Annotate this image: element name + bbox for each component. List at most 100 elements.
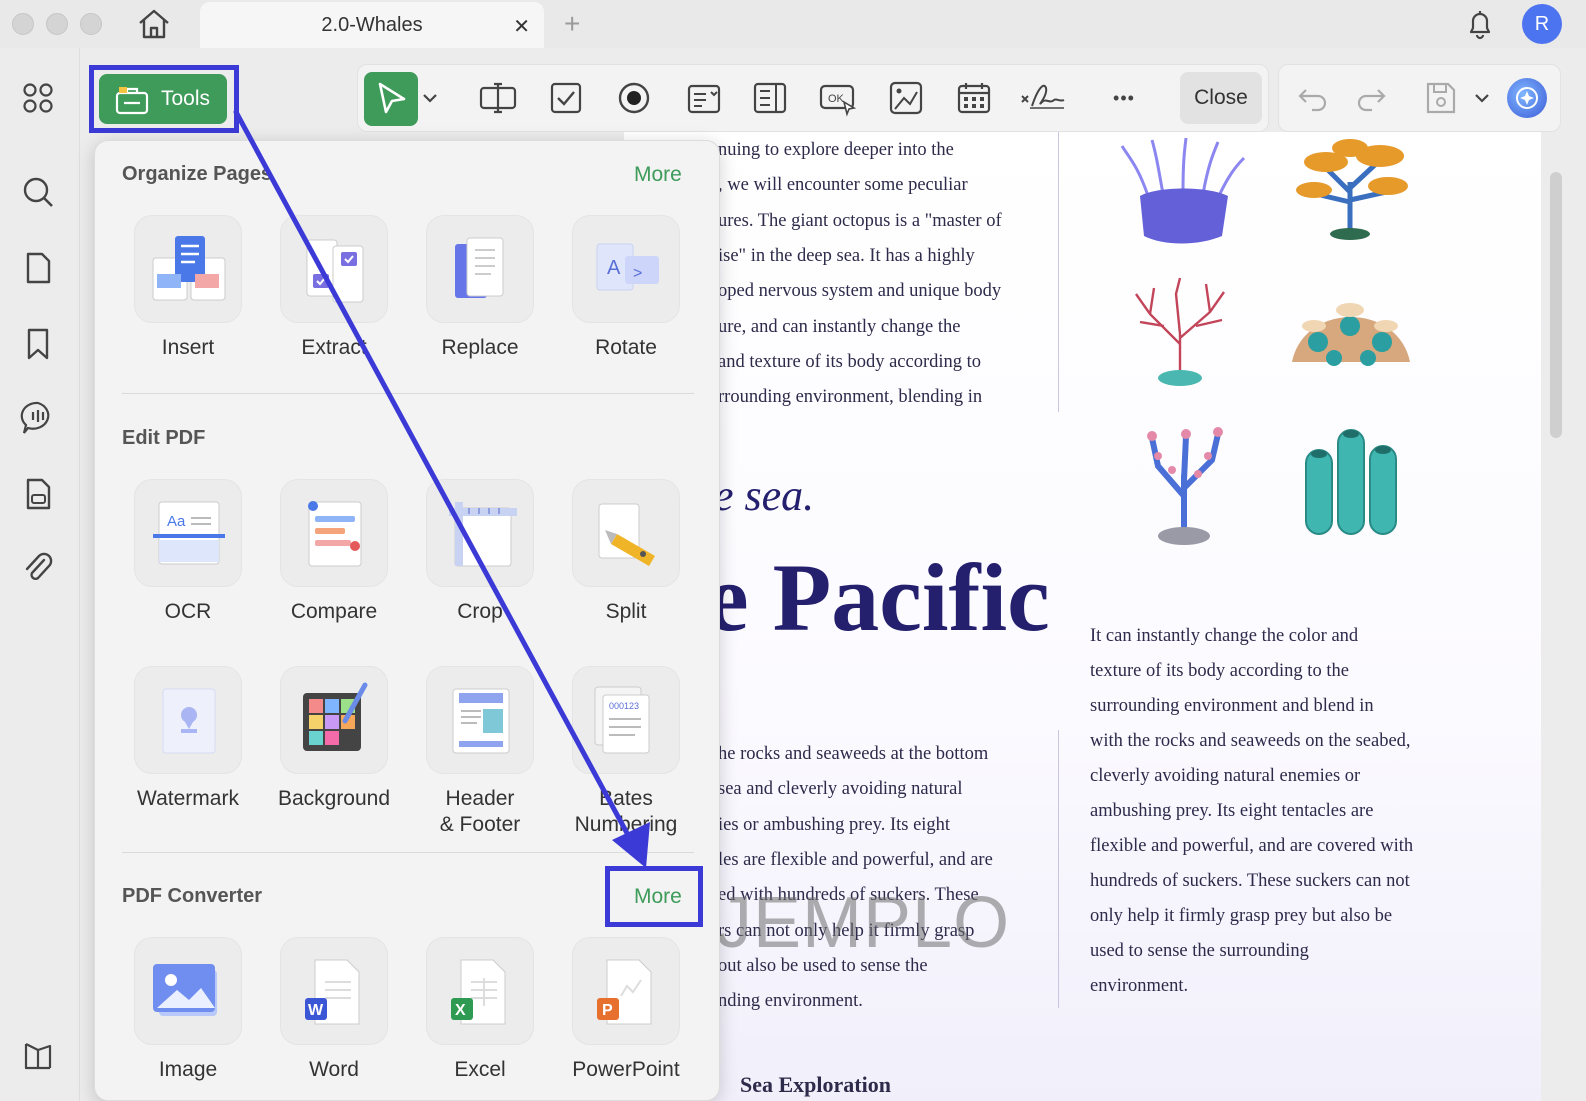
save-icon[interactable] [1420,78,1460,118]
select-tool-button[interactable] [364,72,418,126]
tool-label: Image [158,1058,218,1081]
convert-excel-tool[interactable]: X Excel [407,937,553,1100]
scrollbar-thumb[interactable] [1550,172,1562,438]
document-text-line: ures. The giant octopus is a "master of [718,210,1002,231]
tool-label: PowerPoint [572,1058,680,1081]
brain-coral-illustration [1292,303,1410,366]
document-text-line: he rocks and seaweeds at the bottom [718,744,989,764]
comment-icon[interactable] [18,398,58,438]
excel-file-icon: X [451,959,506,1025]
tool-label: Word [309,1058,359,1081]
convert-word-tile: W [280,937,388,1045]
ocr-tool[interactable]: Aa OCR [115,479,261,659]
watermark-tool[interactable]: Watermark [115,666,261,846]
column-divider [1058,132,1059,412]
header-footer-tool[interactable]: Header & Footer [407,666,553,846]
convert-powerpoint-tool[interactable]: P PowerPoint [553,937,699,1100]
combo-box-icon[interactable] [684,78,724,118]
page-icon[interactable] [18,248,58,288]
header-footer-tile [426,666,534,774]
split-cutter-icon [598,503,655,566]
document-text-line: ies or ambushing prey. Its eight [718,814,951,835]
tool-label: Background [277,787,391,810]
extract-tool[interactable]: Extract [261,215,407,395]
button-field-icon[interactable]: OK [818,78,858,118]
radio-button-icon[interactable] [614,78,654,118]
signature-icon[interactable] [1020,78,1066,118]
ai-assistant-icon[interactable] [1507,78,1547,118]
list-box-icon[interactable] [750,78,790,118]
thumbnails-grid-icon[interactable] [18,78,58,118]
window-zoom-dot[interactable] [80,13,102,35]
undo-icon[interactable] [1292,78,1332,118]
chevron-down-icon[interactable] [420,78,440,118]
document-text-line: rrounding environment, blending in [718,387,983,408]
replace-tool[interactable]: Replace [407,215,553,395]
layers-icon[interactable] [18,1036,58,1076]
window-minimize-dot[interactable] [46,13,68,35]
organize-pages-more-link[interactable]: More [634,163,682,187]
home-icon[interactable] [134,6,174,42]
document-text-line: hundreds of suckers. These suckers can n… [1090,871,1410,891]
image-field-icon[interactable] [886,78,926,118]
crop-tool[interactable]: Crop [407,479,553,659]
replace-pages-icon [455,237,504,298]
extract-tile [280,215,388,323]
search-icon[interactable] [18,172,58,212]
document-text-line: nding environment. [718,991,863,1012]
bates-numbering-tile: 000123 [572,666,680,774]
background-tool[interactable]: Background [261,666,407,846]
document-heading-fragment: e sea. [714,471,815,520]
document-watermark: JEMPLO [716,883,1011,963]
document-text-line: texture of its body according to the [1090,661,1349,681]
tab-close-icon[interactable]: ✕ [513,14,530,39]
save-options-chevron-icon[interactable] [1472,78,1492,118]
window-close-dot[interactable] [12,13,34,35]
document-text-line: sea and cleverly avoiding natural [718,779,963,800]
redo-icon[interactable] [1352,78,1392,118]
title-bar: 2.0-Whales ✕ + R [0,0,1586,48]
document-footer-heading: Sea Exploration [740,1072,891,1097]
split-tool[interactable]: Split [553,479,699,659]
pdf-page: nuing to explore deeper into the , we wil… [624,132,1541,1101]
bates-numbering-tool[interactable]: 000123 Bates Numbering [553,666,699,846]
more-options-icon[interactable]: ••• [1104,78,1144,118]
document-text-line: nuing to explore deeper into the [718,140,954,160]
document-text-line: ambushing prey. Its eight tentacles are [1090,801,1374,821]
blue-pink-coral-illustration [1147,427,1223,545]
insert-tool[interactable]: Insert [115,215,261,395]
crop-tile [426,479,534,587]
tools-panel: Organize Pages More Insert Extract Repla… [94,140,720,1101]
notification-bell-icon[interactable] [1462,6,1498,42]
tube-coral-illustration [1305,429,1397,535]
date-field-icon[interactable] [954,78,994,118]
header-footer-icon [452,688,510,754]
convert-word-tool[interactable]: W Word [261,937,407,1100]
svg-text:>: > [633,265,642,282]
new-tab-icon[interactable]: + [564,8,580,40]
color-palette-icon [303,682,368,751]
user-avatar[interactable]: R [1522,4,1562,44]
section-title-edit-pdf: Edit PDF [122,427,206,449]
attachment-icon[interactable] [18,548,58,588]
text-box-icon[interactable] [478,78,518,118]
document-tab[interactable]: 2.0-Whales ✕ [200,2,544,48]
document-text-line: It can instantly change the color and [1090,626,1359,646]
form-document-icon[interactable] [18,474,58,514]
ocr-tile: Aa [134,479,242,587]
bookmark-icon[interactable] [18,324,58,364]
document-text-line: used to sense the surrounding [1090,941,1309,961]
extract-pages-icon [306,239,364,303]
tools-highlight-box [89,65,239,133]
close-button[interactable]: Close [1180,72,1262,124]
svg-text:OK: OK [828,93,845,105]
image-file-icon [153,964,217,1016]
tool-label: Split [605,600,647,623]
rotate-tool[interactable]: A > Rotate [553,215,699,395]
compare-tool[interactable]: Compare [261,479,407,659]
svg-text:000123: 000123 [609,701,639,711]
section-title-pdf-converter: PDF Converter [122,885,263,907]
convert-image-tool[interactable]: Image [115,937,261,1100]
checkbox-icon[interactable] [546,78,586,118]
svg-text:A: A [607,257,621,279]
